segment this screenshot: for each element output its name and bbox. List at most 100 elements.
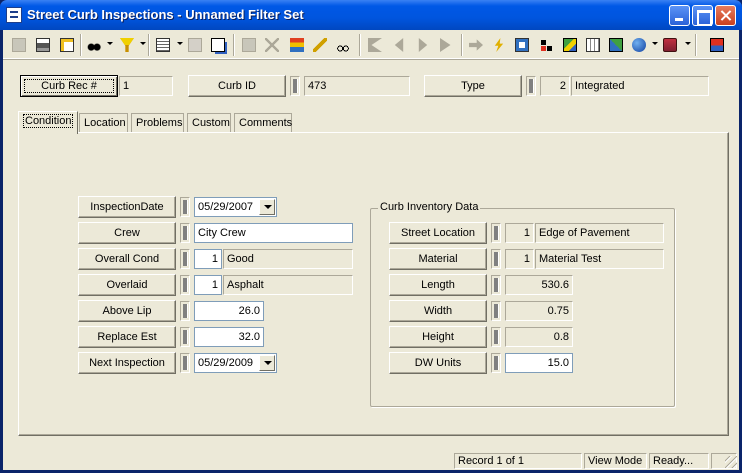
height-button[interactable]: Height bbox=[389, 326, 487, 348]
width-field[interactable]: 0.75 bbox=[505, 301, 573, 321]
overall-cond-grip[interactable] bbox=[180, 249, 190, 269]
first-record-tool[interactable] bbox=[365, 35, 385, 55]
tab-location[interactable]: Location bbox=[79, 113, 128, 133]
map-tool[interactable] bbox=[560, 35, 580, 55]
app-icon[interactable] bbox=[6, 7, 22, 23]
web-tool[interactable] bbox=[629, 35, 649, 55]
tab-custom[interactable]: Custom bbox=[187, 113, 231, 133]
new-record-tool[interactable] bbox=[9, 35, 29, 55]
title-bar[interactable]: Street Curb Inspections - Unnamed Filter… bbox=[0, 0, 742, 30]
copy-record-tool[interactable] bbox=[185, 35, 205, 55]
previous-record-tool[interactable] bbox=[389, 35, 409, 55]
crew-button[interactable]: Crew bbox=[78, 222, 176, 244]
next-record-tool[interactable] bbox=[413, 35, 433, 55]
dw-units-button[interactable]: DW Units bbox=[389, 352, 487, 374]
type-value-field[interactable]: Integrated bbox=[571, 76, 709, 96]
tree-icon bbox=[515, 38, 529, 52]
curb-id-grip[interactable] bbox=[290, 76, 300, 96]
curb-id-field[interactable]: 473 bbox=[304, 76, 410, 96]
overall-cond-button[interactable]: Overall Cond bbox=[78, 248, 176, 270]
above-lip-button[interactable]: Above Lip bbox=[78, 300, 176, 322]
crew-grip[interactable] bbox=[180, 223, 190, 243]
height-field[interactable]: 0.8 bbox=[505, 327, 573, 347]
curb-rec-field[interactable]: 1 bbox=[119, 76, 173, 96]
filter-tool[interactable] bbox=[117, 35, 137, 55]
print-preview-tool[interactable] bbox=[57, 35, 77, 55]
curb-rec-button[interactable]: Curb Rec # bbox=[20, 75, 118, 97]
inspection-date-button[interactable]: InspectionDate bbox=[78, 196, 176, 218]
overall-cond-value-field[interactable]: Good bbox=[223, 249, 353, 269]
duplicate-tool[interactable] bbox=[208, 35, 228, 55]
overlaid-value-field[interactable]: Asphalt bbox=[223, 275, 353, 295]
search-tool[interactable] bbox=[84, 35, 104, 55]
width-button[interactable]: Width bbox=[389, 300, 487, 322]
above-lip-grip[interactable] bbox=[180, 301, 190, 321]
material-grip[interactable] bbox=[491, 249, 501, 269]
tab-condition[interactable]: Condition bbox=[18, 111, 78, 134]
previous-record-icon bbox=[394, 38, 404, 52]
last-record-tool[interactable] bbox=[437, 35, 457, 55]
crew-field[interactable]: City Crew bbox=[194, 223, 353, 243]
length-button[interactable]: Length bbox=[389, 274, 487, 296]
print-tool[interactable] bbox=[33, 35, 53, 55]
length-grip[interactable] bbox=[491, 275, 501, 295]
material-value-field[interactable]: Material Test bbox=[535, 249, 664, 269]
overlaid-code-field[interactable]: 1 bbox=[194, 275, 222, 295]
duplicate-icon bbox=[211, 38, 225, 52]
web-dropdown-icon[interactable] bbox=[652, 42, 658, 45]
filter-dropdown-icon[interactable] bbox=[140, 42, 146, 45]
status-mode: View Mode bbox=[584, 453, 647, 469]
replace-est-grip[interactable] bbox=[180, 327, 190, 347]
dw-units-grip[interactable] bbox=[491, 353, 501, 373]
overlaid-grip[interactable] bbox=[180, 275, 190, 295]
street-location-button[interactable]: Street Location bbox=[389, 222, 487, 244]
tab-comments[interactable]: Comments bbox=[234, 113, 292, 133]
height-grip[interactable] bbox=[491, 327, 501, 347]
save-tool[interactable] bbox=[239, 35, 259, 55]
goto-tool[interactable] bbox=[466, 35, 486, 55]
calculator-tool[interactable] bbox=[583, 35, 603, 55]
maximize-button[interactable] bbox=[692, 5, 713, 26]
report-tool[interactable] bbox=[153, 35, 173, 55]
replace-est-button[interactable]: Replace Est bbox=[78, 326, 176, 348]
toolbar-separator bbox=[461, 34, 463, 56]
inspection-date-grip[interactable] bbox=[180, 197, 190, 217]
lightning-tool[interactable] bbox=[489, 35, 509, 55]
overlaid-button[interactable]: Overlaid bbox=[78, 274, 176, 296]
minimize-button[interactable] bbox=[669, 5, 690, 26]
gis-tool[interactable] bbox=[606, 35, 626, 55]
tree-view-tool[interactable] bbox=[512, 35, 532, 55]
hierarchy-tool[interactable] bbox=[536, 35, 556, 55]
cut-tool[interactable] bbox=[333, 35, 353, 55]
next-inspection-grip[interactable] bbox=[180, 353, 190, 373]
street-location-value-field[interactable]: Edge of Pavement bbox=[535, 223, 664, 243]
street-location-code-field[interactable]: 1 bbox=[505, 223, 534, 243]
material-button[interactable]: Material bbox=[389, 248, 487, 270]
search-dropdown-icon[interactable] bbox=[107, 42, 113, 45]
dw-units-field[interactable]: 15.0 bbox=[505, 353, 573, 373]
length-field[interactable]: 530.6 bbox=[505, 275, 573, 295]
overall-cond-code-field[interactable]: 1 bbox=[194, 249, 222, 269]
curb-id-button[interactable]: Curb ID bbox=[188, 75, 286, 97]
type-code-field[interactable]: 2 bbox=[540, 76, 570, 96]
next-inspection-dropdown-icon[interactable] bbox=[259, 355, 275, 371]
exit-tool[interactable] bbox=[707, 35, 727, 55]
street-location-grip[interactable] bbox=[491, 223, 501, 243]
type-button[interactable]: Type bbox=[424, 75, 522, 97]
type-grip[interactable] bbox=[526, 76, 536, 96]
resize-grip-icon[interactable] bbox=[725, 456, 737, 468]
report-dropdown-icon[interactable] bbox=[177, 42, 183, 45]
delete-tool[interactable] bbox=[262, 35, 282, 55]
help-dropdown-icon[interactable] bbox=[685, 42, 691, 45]
close-button[interactable] bbox=[715, 5, 736, 26]
tab-problems[interactable]: Problems bbox=[131, 113, 184, 133]
inspection-date-dropdown-icon[interactable] bbox=[259, 199, 275, 215]
next-inspection-button[interactable]: Next Inspection bbox=[78, 352, 176, 374]
width-grip[interactable] bbox=[491, 301, 501, 321]
above-lip-field[interactable]: 26.0 bbox=[194, 301, 264, 321]
stack-tool[interactable] bbox=[287, 35, 307, 55]
help-tool[interactable] bbox=[660, 35, 680, 55]
replace-est-field[interactable]: 32.0 bbox=[194, 327, 264, 347]
material-code-field[interactable]: 1 bbox=[505, 249, 534, 269]
edit-tool[interactable] bbox=[310, 35, 330, 55]
